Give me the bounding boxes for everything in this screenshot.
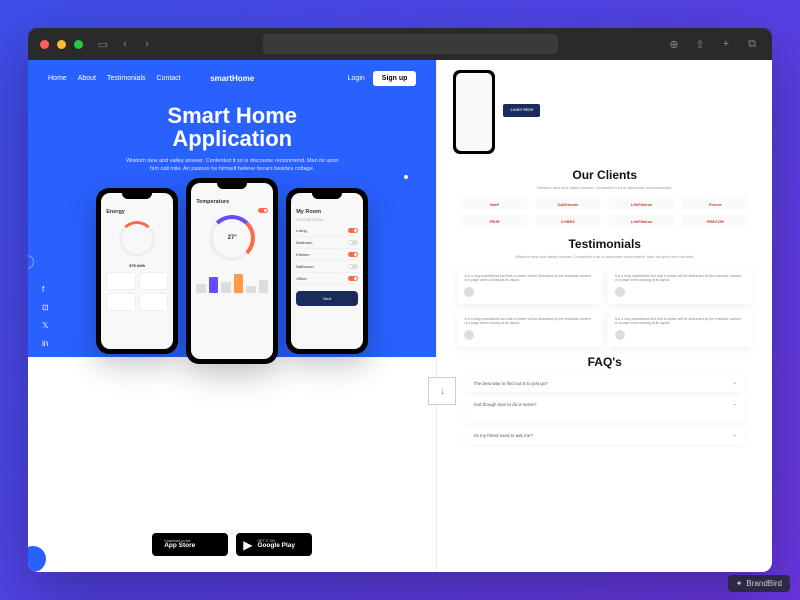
phone-temperature: Temperature 27° xyxy=(186,178,278,364)
viewport: Home About Testimonials Contact smartHom… xyxy=(28,60,772,572)
minimize-dot[interactable] xyxy=(57,40,66,49)
play-icon: ▶ xyxy=(243,538,252,552)
app-store-buttons: Download on theApp Store ▶ GET IT ONGoog… xyxy=(152,533,312,556)
client-logo: LifeFitness xyxy=(609,198,675,210)
client-logo: Precor xyxy=(682,198,748,210)
client-logo: LifeFitness xyxy=(609,215,675,227)
nav-about[interactable]: About xyxy=(78,75,96,82)
browser-chrome: ▭ ‹ › ⊕ ⇧ + ⧉ xyxy=(28,28,772,60)
faq-item[interactable]: As my friend used to ask me?+ xyxy=(465,427,744,444)
url-bar[interactable] xyxy=(263,34,558,54)
mini-phone-mockup xyxy=(453,70,495,154)
testimonial-card: It is a long established fact that a rea… xyxy=(457,267,601,304)
app-store-button[interactable]: Download on theApp Store xyxy=(152,533,228,556)
main-column: Home About Testimonials Contact smartHom… xyxy=(28,60,436,572)
forward-icon[interactable]: › xyxy=(139,36,155,52)
energy-gauge xyxy=(119,221,155,257)
client-logo: Harif xyxy=(461,198,527,210)
client-logo: CYBEX xyxy=(535,215,601,227)
login-link[interactable]: Login xyxy=(348,75,365,82)
browser-window: ▭ ‹ › ⊕ ⇧ + ⧉ Home About Testimonials Co… xyxy=(28,28,772,572)
tabs-icon[interactable]: ⧉ xyxy=(744,36,760,52)
logo[interactable]: smartHome xyxy=(210,74,254,83)
faq-heading: FAQ's xyxy=(453,355,756,369)
nav-contact[interactable]: Contact xyxy=(157,75,181,82)
close-dot[interactable] xyxy=(40,40,49,49)
phone-energy: Energy 575 kWh xyxy=(96,188,178,354)
hero-subtitle: Wisdom new and valley answer. Contented … xyxy=(122,157,342,174)
nav-home[interactable]: Home xyxy=(48,75,67,82)
client-logo: TRUE xyxy=(461,215,527,227)
google-play-button[interactable]: ▶ GET IT ONGoogle Play xyxy=(236,533,312,556)
signup-button[interactable]: Sign up xyxy=(373,71,417,86)
temperature-gauge: 27° xyxy=(209,215,255,261)
client-logos: Harif CaliXtreme LifeFitness Precor TRUE… xyxy=(453,198,756,227)
testimonials-grid: It is a long established fact that a rea… xyxy=(453,267,756,347)
top-nav: Home About Testimonials Contact smartHom… xyxy=(28,60,436,86)
side-column: Learn More Our Clients Wisdom new and va… xyxy=(436,60,772,572)
minus-icon: − xyxy=(733,402,736,407)
download-icon[interactable]: ⊕ xyxy=(666,36,682,52)
client-logo: PRECOR xyxy=(682,215,748,227)
learn-more-button[interactable]: Learn More xyxy=(503,104,540,117)
testimonial-card: It is a long established fact that a rea… xyxy=(608,310,752,347)
hero-section: Smart HomeApplication Wisdom new and val… xyxy=(28,86,436,174)
nav-links: Home About Testimonials Contact xyxy=(48,75,181,82)
nav-testimonials[interactable]: Testimonials xyxy=(107,75,146,82)
brandbird-icon: ✦ xyxy=(736,579,743,588)
maximize-dot[interactable] xyxy=(74,40,83,49)
phone-room: My Room CHOOSE ROOM Living Bedroom Kitch… xyxy=(286,188,368,354)
testimonial-card: It is a long established fact that a rea… xyxy=(457,310,601,347)
next-button: Next xyxy=(296,291,358,306)
temp-toggle xyxy=(258,208,268,213)
faq-list: The best way to find out is to just go?+… xyxy=(453,375,756,444)
plus-icon[interactable]: + xyxy=(718,36,734,52)
faq-item[interactable]: And though love to do is serve?− xyxy=(465,396,744,423)
clients-heading: Our Clients xyxy=(453,168,756,182)
scroll-down-icon[interactable]: ↓ xyxy=(428,377,456,405)
back-icon[interactable]: ‹ xyxy=(117,36,133,52)
watermark[interactable]: ✦ BrandBird xyxy=(728,575,790,592)
plus-icon: + xyxy=(733,381,736,386)
client-logo: CaliXtreme xyxy=(535,198,601,210)
plus-icon: + xyxy=(733,433,736,438)
faq-item[interactable]: The best way to find out is to just go?+ xyxy=(465,375,744,392)
phone-mockups: Energy 575 kWh Temperature 27° My Room C… xyxy=(28,188,436,364)
share-icon[interactable]: ⇧ xyxy=(692,36,708,52)
testimonial-card: It is a long established fact that a rea… xyxy=(608,267,752,304)
sidebar-icon[interactable]: ▭ xyxy=(95,36,111,52)
testimonials-heading: Testimonials xyxy=(453,237,756,251)
hero-title: Smart HomeApplication xyxy=(28,104,436,150)
